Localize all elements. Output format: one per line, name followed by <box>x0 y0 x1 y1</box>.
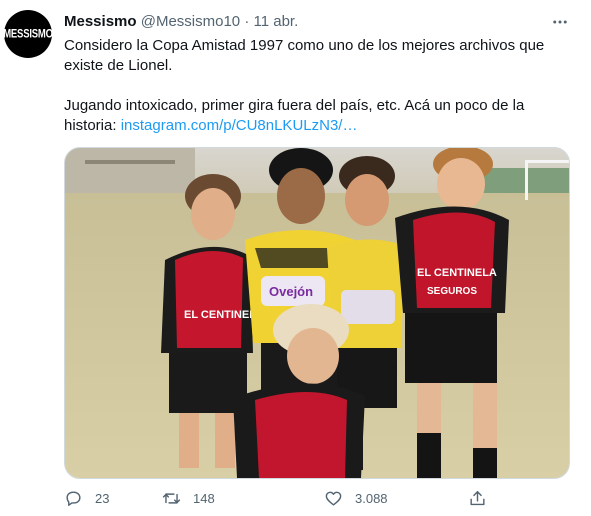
more-horizontal-icon <box>553 20 567 24</box>
like-button[interactable]: 3.088 <box>324 489 388 508</box>
svg-text:EL CENTINELA: EL CENTINELA <box>417 267 497 279</box>
author-handle[interactable]: @Messismo10 <box>141 13 240 30</box>
svg-text:SEGUROS: SEGUROS <box>427 286 477 297</box>
avatar-logo-text: MESSISMO <box>3 27 53 41</box>
tweet-text-paragraph-2: Jugando intoxicado, primer gira fuera de… <box>64 96 564 136</box>
more-options-button[interactable] <box>548 10 572 34</box>
share-icon <box>470 491 485 506</box>
share-button[interactable] <box>468 489 487 508</box>
heart-icon <box>325 491 342 506</box>
tweet-link[interactable]: instagram.com/p/CU8nLKULzN3/… <box>121 117 358 134</box>
retweet-count: 148 <box>193 491 215 506</box>
tweet-actions: 23 148 3.088 <box>64 489 544 511</box>
reply-count: 23 <box>95 491 110 506</box>
tweet-date[interactable]: 11 abr. <box>253 13 298 30</box>
photo-illustration: EL CENTINELA Ovejón EL CENTINELA SEGUROS <box>65 148 569 478</box>
header-separator: · <box>244 13 250 30</box>
photo-stands-rail <box>85 160 175 164</box>
retweet-icon <box>162 493 181 504</box>
tweet-text: Considero la Copa Amistad 1997 como uno … <box>64 36 564 136</box>
like-count: 3.088 <box>355 491 388 506</box>
tweet-text-paragraph-1: Considero la Copa Amistad 1997 como uno … <box>64 37 545 74</box>
reply-button[interactable]: 23 <box>64 489 109 508</box>
svg-text:Ovejón: Ovejón <box>269 284 313 299</box>
photo-stands <box>65 148 195 193</box>
tweet-header: Messismo @Messismo10 · 11 abr. <box>64 12 298 32</box>
photo-goalpost <box>525 160 528 200</box>
photo-goalpost-bar <box>525 160 569 163</box>
tweet-photo[interactable]: EL CENTINELA Ovejón EL CENTINELA SEGUROS <box>64 147 570 479</box>
author-name[interactable]: Messismo <box>64 13 137 30</box>
retweet-button[interactable]: 148 <box>162 489 215 508</box>
reply-icon <box>66 491 81 506</box>
avatar[interactable]: MESSISMO <box>3 10 53 58</box>
tweet[interactable]: MESSISMO Messismo @Messismo10 · 11 abr. … <box>0 0 591 516</box>
